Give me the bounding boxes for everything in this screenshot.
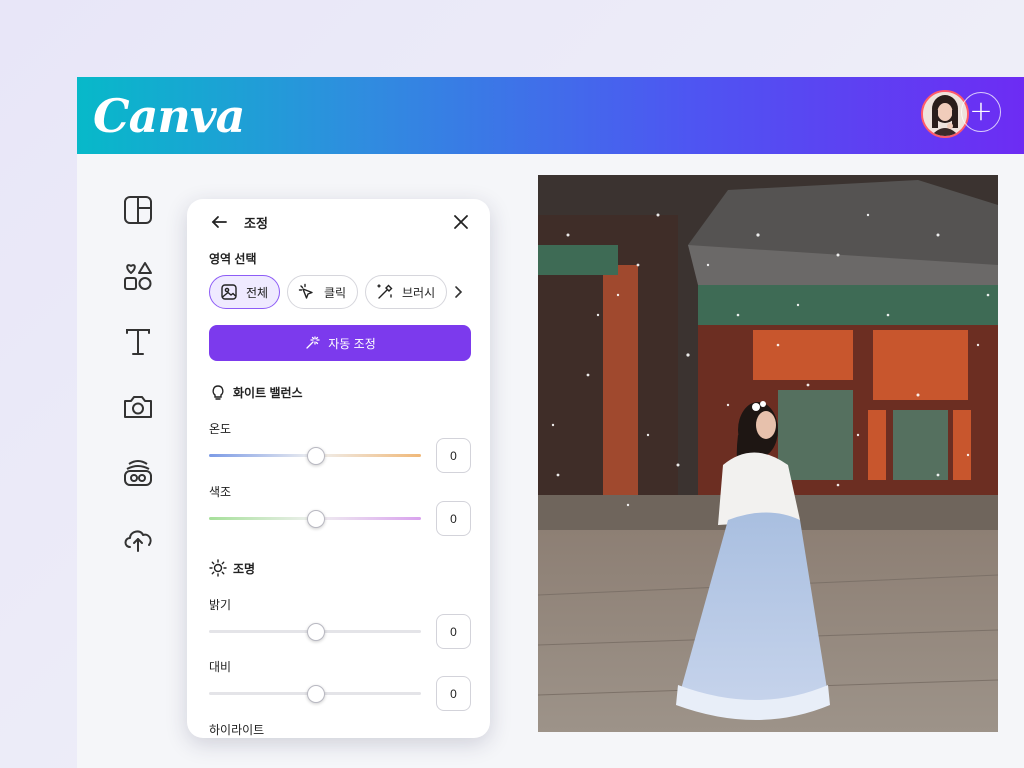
- chevron-right-icon[interactable]: [451, 283, 467, 301]
- top-bar: Canva +: [77, 77, 1024, 154]
- back-arrow-icon[interactable]: [209, 212, 229, 232]
- lighting-label: 조명: [233, 561, 256, 576]
- click-sparkle-icon: [298, 283, 313, 299]
- brush-icon: [377, 284, 393, 299]
- chip-whole-label: 전체: [246, 285, 269, 300]
- chip-whole[interactable]: 전체: [209, 275, 280, 309]
- add-button[interactable]: +: [961, 92, 1001, 132]
- adjust-panel: 조정 영역 선택 전체 클릭 브러시 자동 조정 화이트 밸런스 온도 0 색조…: [187, 199, 490, 738]
- image-icon: [221, 284, 237, 300]
- lighting-title: 조명: [209, 559, 255, 577]
- panel-title: 조정: [244, 216, 268, 231]
- magic-wand-icon: [306, 336, 320, 349]
- highlights-label: 하이라이트: [209, 723, 265, 737]
- chip-brush-label: 브러시: [402, 285, 436, 300]
- brightness-thumb[interactable]: [307, 623, 325, 641]
- temperature-thumb[interactable]: [307, 447, 325, 465]
- contrast-thumb[interactable]: [307, 685, 325, 703]
- sun-icon: [209, 559, 227, 577]
- tint-label: 색조: [209, 485, 232, 499]
- brand-icon[interactable]: [121, 456, 155, 490]
- chip-click-label: 클릭: [324, 285, 347, 300]
- tint-value[interactable]: 0: [436, 501, 471, 536]
- contrast-label: 대비: [209, 660, 232, 674]
- canvas-photo[interactable]: [538, 175, 998, 732]
- white-balance-title: 화이트 밸런스: [209, 383, 303, 401]
- brightness-value[interactable]: 0: [436, 614, 471, 649]
- contrast-value[interactable]: 0: [436, 676, 471, 711]
- white-balance-label: 화이트 밸런스: [233, 385, 303, 400]
- canva-logo[interactable]: Canva: [93, 83, 245, 149]
- text-icon[interactable]: [121, 325, 155, 359]
- tint-thumb[interactable]: [307, 510, 325, 528]
- auto-adjust-button[interactable]: 자동 조정: [209, 325, 471, 361]
- auto-adjust-label: 자동 조정: [328, 336, 376, 351]
- chip-brush[interactable]: 브러시: [365, 275, 447, 309]
- chip-click[interactable]: 클릭: [287, 275, 358, 309]
- layout-icon[interactable]: [121, 193, 155, 227]
- elements-icon[interactable]: [121, 259, 155, 293]
- temperature-value[interactable]: 0: [436, 438, 471, 473]
- lightbulb-icon: [212, 385, 224, 400]
- editor-window: Canva + 조정 영역 선택 전체 클릭 브러시 자동 조정 화이트 밸런스…: [77, 77, 1024, 768]
- close-icon[interactable]: [451, 212, 471, 232]
- brightness-label: 밝기: [209, 598, 232, 612]
- temperature-label: 온도: [209, 422, 232, 436]
- upload-icon[interactable]: [121, 521, 155, 555]
- camera-icon[interactable]: [121, 390, 155, 424]
- area-select-label: 영역 선택: [209, 252, 257, 266]
